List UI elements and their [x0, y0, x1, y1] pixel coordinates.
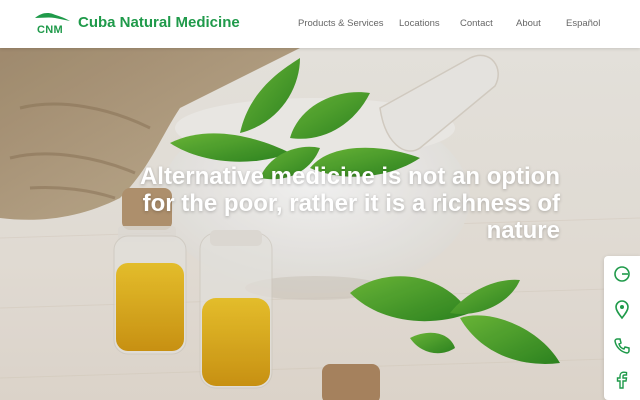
logo-abbreviation: CNM: [37, 24, 63, 36]
google-icon[interactable]: [612, 264, 632, 284]
facebook-icon[interactable]: [612, 370, 632, 390]
logo[interactable]: CNM: [33, 9, 73, 39]
phone-icon[interactable]: [612, 336, 632, 356]
cuba-island-icon: [35, 13, 70, 21]
site-header: CNM Cuba Natural Medicine Products & Ser…: [0, 0, 640, 48]
location-pin-icon[interactable]: [612, 300, 632, 320]
nav-language-espanol[interactable]: Español: [566, 18, 600, 29]
social-side-rail: [604, 256, 640, 400]
brand-name[interactable]: Cuba Natural Medicine: [78, 14, 240, 31]
nav-contact[interactable]: Contact: [460, 18, 493, 29]
hero-banner: Alternative medicine is not an option fo…: [0, 48, 640, 400]
hero-headline: Alternative medicine is not an option fo…: [139, 163, 560, 244]
nav-products-services[interactable]: Products & Services: [298, 18, 384, 29]
nav-locations[interactable]: Locations: [399, 18, 440, 29]
nav-about[interactable]: About: [516, 18, 541, 29]
